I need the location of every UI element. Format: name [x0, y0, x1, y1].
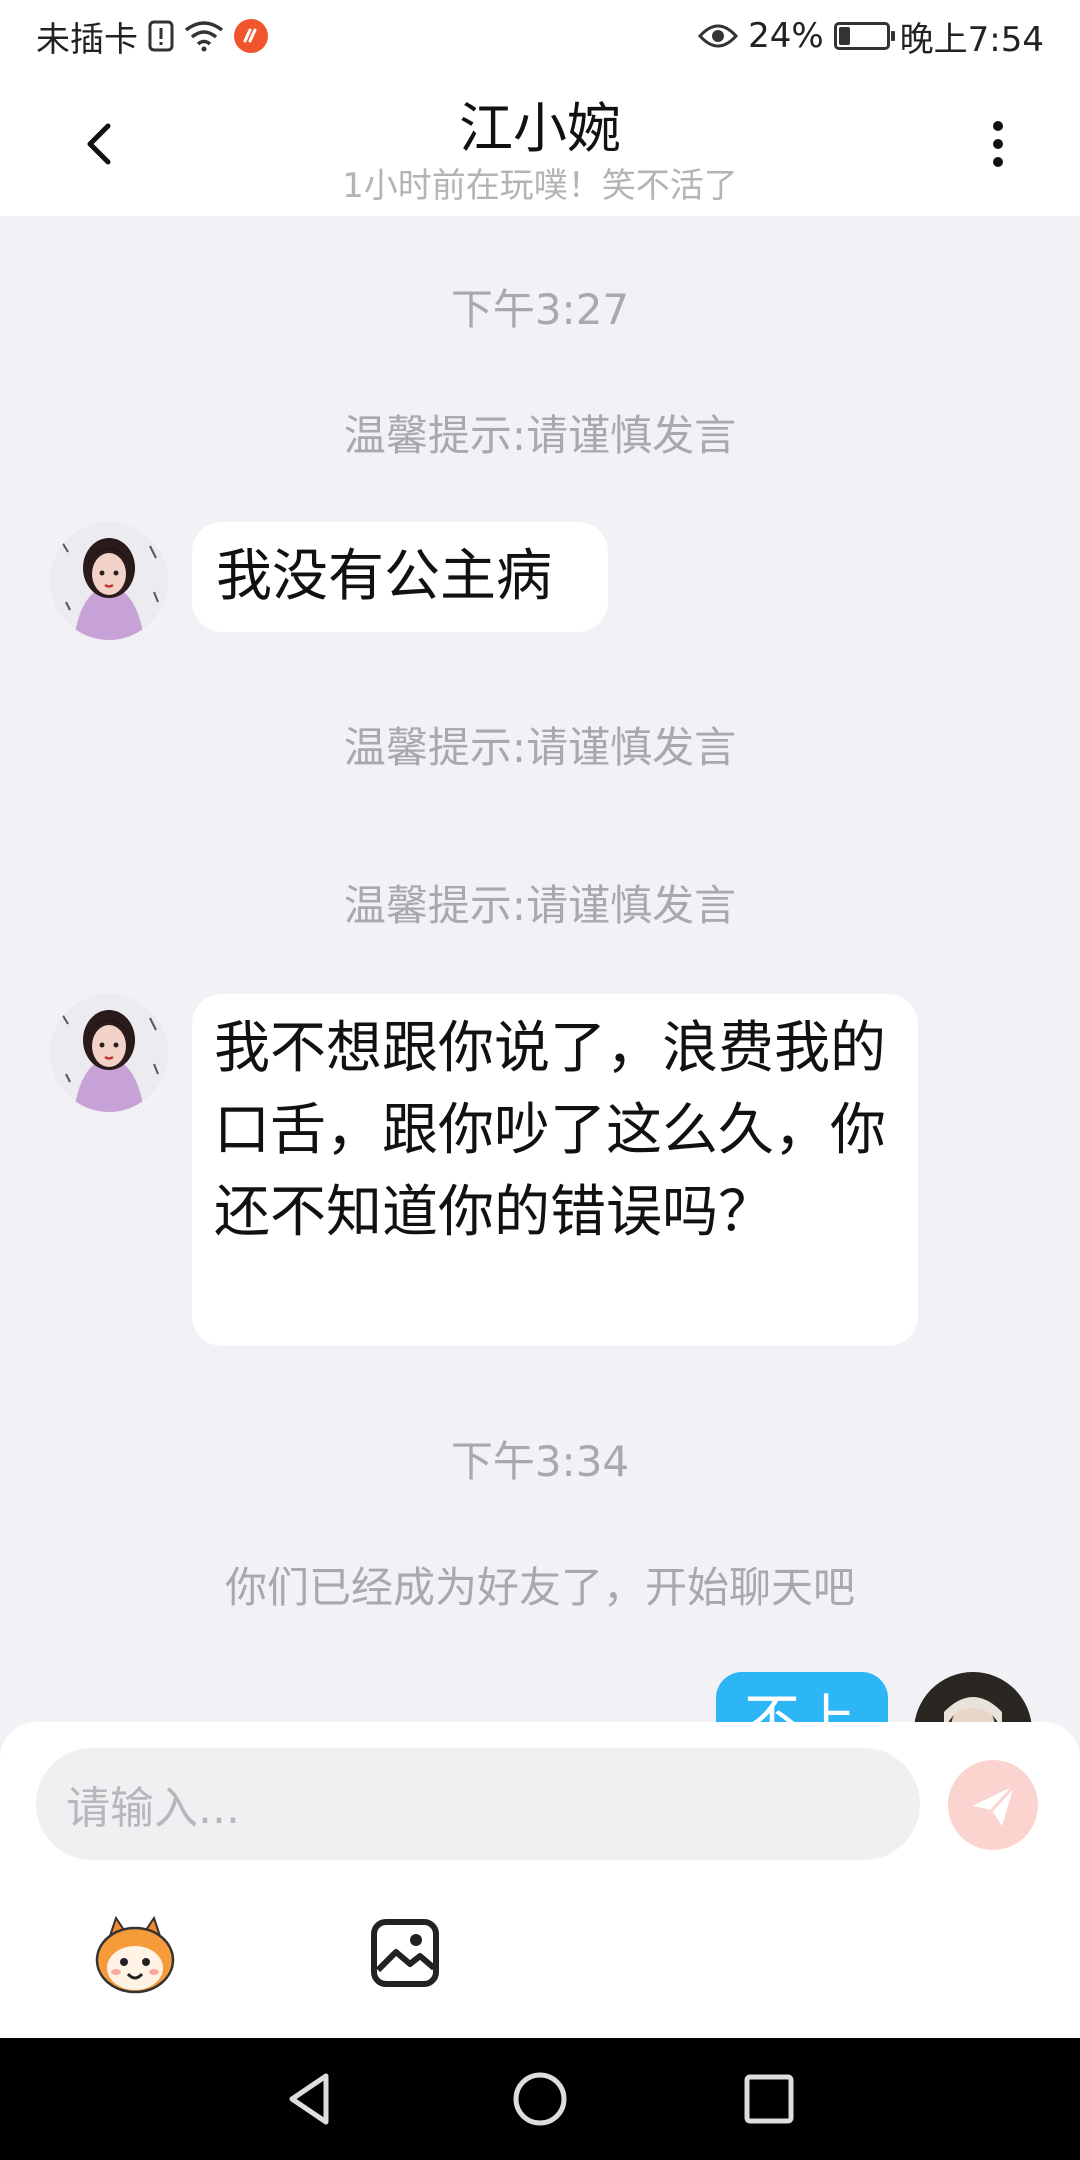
home-circle-icon [513, 2072, 567, 2126]
emoji-button[interactable] [90, 1908, 180, 1998]
battery-icon [833, 22, 895, 50]
battery-level [838, 27, 850, 45]
timestamp: 下午3:27 [450, 285, 630, 334]
more-options-button[interactable] [968, 114, 1028, 174]
carrier-label: 未插卡 [36, 19, 138, 60]
nav-home-button[interactable] [505, 2064, 575, 2134]
recents-square-icon [744, 2074, 794, 2124]
my-avatar[interactable] [914, 1672, 1032, 1724]
status-bar: 未插卡 24% 晚上7:54 [0, 0, 1080, 72]
system-tip: 温馨提示:请谨慎发言 [343, 881, 737, 930]
app-notification-icon [234, 19, 268, 53]
send-icon [972, 1784, 1016, 1826]
message-list[interactable]: 下午3:27 温馨提示:请谨慎发言 我没有公主病 温馨提示:请谨慎发言 温馨提示… [0, 216, 1080, 1724]
wifi-icon [184, 21, 224, 52]
image-icon [371, 1919, 439, 1987]
image-button[interactable] [360, 1908, 450, 1998]
system-tip: 温馨提示:请谨慎发言 [343, 411, 737, 460]
chat-header: 江小婉 1小时前在玩噗！笑不活了 [0, 72, 1080, 216]
input-placeholder: 请输入... [66, 1783, 240, 1834]
contact-status: 1小时前在玩噗！笑不活了 [342, 166, 738, 206]
nav-back-button[interactable] [274, 2064, 344, 2134]
friend-added-notice: 你们已经成为好友了，开始聊天吧 [224, 1563, 855, 1612]
emoji-mascot-icon [95, 1915, 175, 1994]
send-button[interactable] [948, 1760, 1038, 1850]
contact-avatar[interactable] [50, 522, 168, 640]
message-input[interactable]: 请输入... [36, 1748, 920, 1860]
status-left: 未插卡 [36, 12, 268, 61]
eye-comfort-icon [698, 24, 739, 48]
incoming-message-bubble[interactable]: 我不想跟你说了，浪费我的口舌，跟你吵了这么久，你还不知道你的错误吗？ [192, 994, 918, 1346]
clock: 晚上7:54 [899, 19, 1044, 60]
outgoing-message-bubble[interactable]: 不上 [716, 1672, 888, 1724]
contact-avatar[interactable] [50, 994, 168, 1112]
more-vertical-icon [993, 121, 1003, 167]
nav-recents-button[interactable] [734, 2064, 804, 2134]
timestamp: 下午3:34 [450, 1437, 630, 1486]
input-area: 请输入... [0, 1722, 1080, 2038]
system-navigation-bar [0, 2038, 1080, 2160]
contact-name: 江小婉 [459, 97, 621, 160]
sim-alert-icon [148, 20, 174, 52]
incoming-message-bubble[interactable]: 我没有公主病 [192, 522, 608, 632]
battery-percent: 24% [748, 16, 824, 56]
system-tip: 温馨提示:请谨慎发言 [343, 723, 737, 772]
back-triangle-icon [289, 2073, 329, 2125]
status-right: 24% 晚上7:54 [698, 12, 1044, 61]
